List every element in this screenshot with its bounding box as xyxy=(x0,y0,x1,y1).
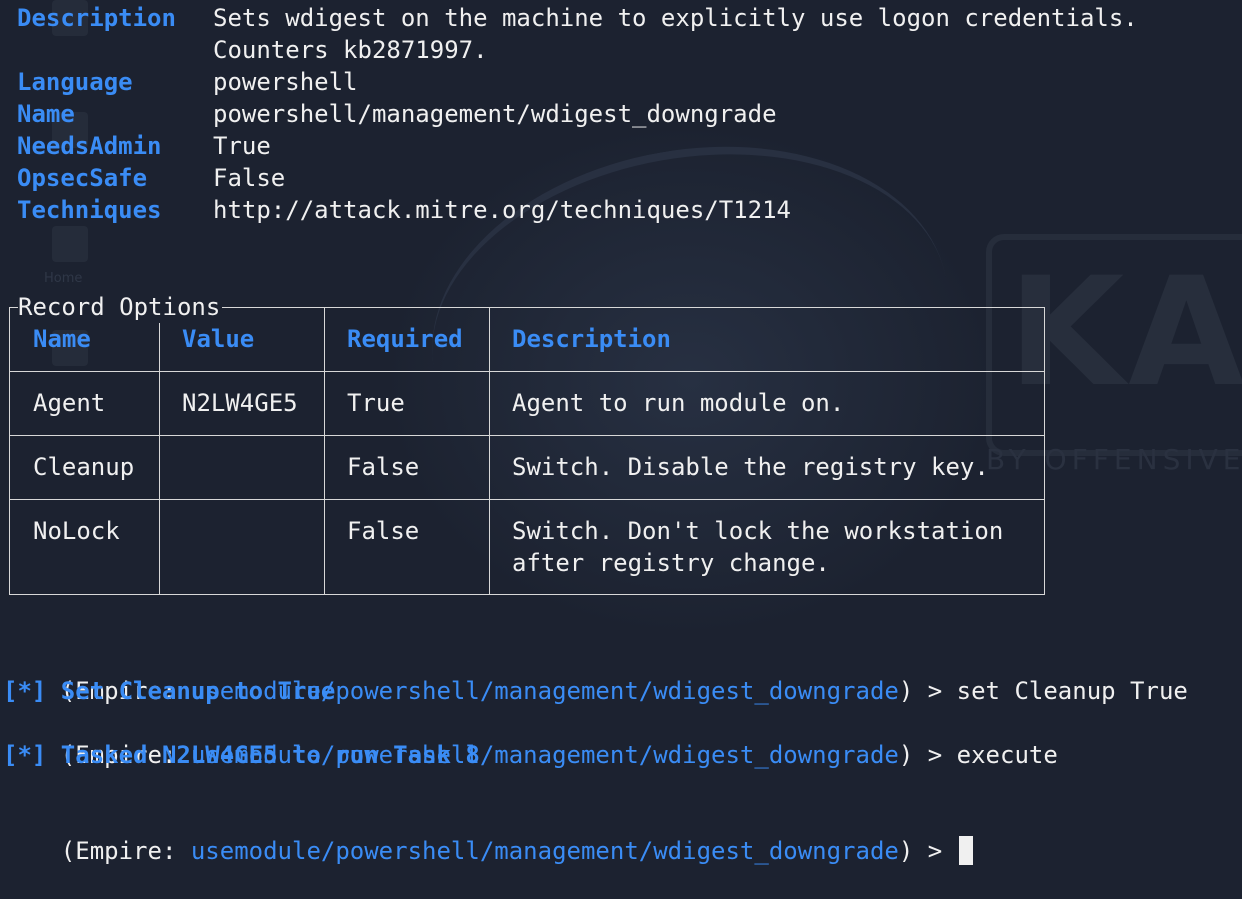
techniques-value: http://attack.mitre.org/techniques/T1214 xyxy=(213,196,791,224)
command-text: set Cleanup True xyxy=(956,677,1188,705)
prompt-line: (Empire: usemodule/powershell/management… xyxy=(3,643,1188,705)
name-value: powershell/management/wdigest_downgrade xyxy=(213,100,777,128)
header-value: Value xyxy=(182,325,255,353)
table-row-divider xyxy=(9,435,1045,436)
header-required: Required xyxy=(347,325,463,353)
opsecsafe-value: False xyxy=(213,164,286,192)
language-key: Language xyxy=(17,68,133,96)
prompt-close: ) > xyxy=(898,741,957,769)
cell-description: Switch. Disable the registry key. xyxy=(512,453,989,481)
cell-name: NoLock xyxy=(33,517,120,545)
description-value-line1: Sets wdigest on the machine to explicitl… xyxy=(213,4,1138,32)
cell-description-line2: after registry change. xyxy=(512,549,830,577)
prompt-module: usemodule/powershell/management/wdigest_… xyxy=(190,837,899,865)
prompt-close: ) > xyxy=(898,677,957,705)
cell-required: False xyxy=(347,453,420,481)
language-value: powershell xyxy=(213,68,358,96)
techniques-key: Techniques xyxy=(17,196,162,224)
prompt-close: ) > xyxy=(898,837,957,865)
header-description: Description xyxy=(512,325,671,353)
terminal-output[interactable]: Description Sets wdigest on the machine … xyxy=(0,0,1242,865)
table-column-divider xyxy=(324,307,325,595)
cell-required: False xyxy=(347,517,420,545)
cell-name: Agent xyxy=(33,389,106,417)
status-notice: [*] Set Cleanup to True xyxy=(3,677,336,705)
table-row-divider xyxy=(9,499,1045,500)
description-value-line2: Counters kb2871997. xyxy=(213,36,488,64)
table-column-divider xyxy=(489,307,490,595)
cell-description-line1: Switch. Don't lock the workstation xyxy=(512,517,1004,545)
name-key: Name xyxy=(17,100,75,128)
table-column-divider xyxy=(159,307,160,595)
cell-required: True xyxy=(347,389,405,417)
cell-value: N2LW4GE5 xyxy=(182,389,298,417)
options-table-title: Record Options xyxy=(18,291,223,323)
status-notice: [*] Tasked N2LW4GE5 to run Task 8 xyxy=(3,741,480,769)
text-cursor xyxy=(958,836,973,865)
table-row-divider xyxy=(9,371,1045,372)
header-name: Name xyxy=(33,325,91,353)
needsadmin-value: True xyxy=(213,132,271,160)
description-key: Description xyxy=(17,4,176,32)
cell-description: Agent to run module on. xyxy=(512,389,845,417)
command-text: execute xyxy=(956,741,1058,769)
prompt-line: (Empire: usemodule/powershell/management… xyxy=(3,707,1058,769)
needsadmin-key: NeedsAdmin xyxy=(17,132,162,160)
cell-name: Cleanup xyxy=(33,453,135,481)
opsecsafe-key: OpsecSafe xyxy=(17,164,148,192)
prompt-open: (Empire: xyxy=(60,837,191,865)
active-prompt-line[interactable]: (Empire: usemodule/powershell/management… xyxy=(3,803,973,865)
